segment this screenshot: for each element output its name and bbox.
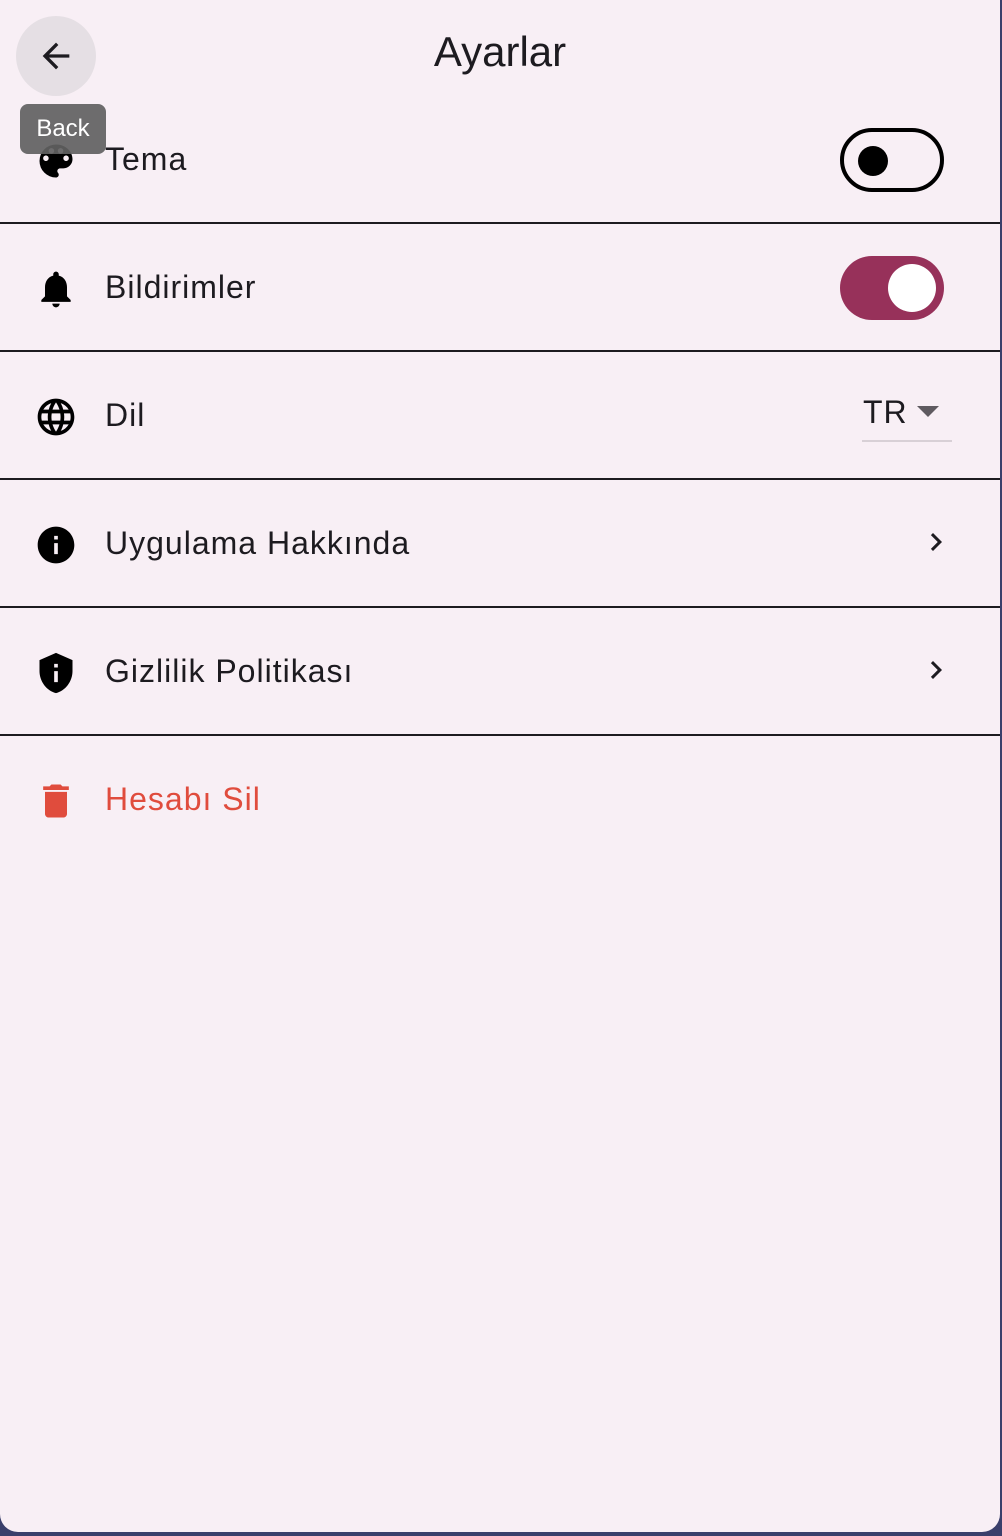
settings-item-label: Uygulama Hakkında — [105, 525, 411, 561]
info-icon — [34, 523, 78, 567]
caret-down-icon — [917, 406, 939, 417]
chevron-right-icon — [930, 661, 942, 679]
settings-item-about[interactable]: Uygulama Hakkında — [0, 480, 1000, 608]
settings-item-notifications[interactable]: Bildirimler — [0, 224, 1000, 352]
notifications-toggle[interactable] — [840, 256, 944, 320]
language-dropdown[interactable]: TR — [862, 392, 952, 442]
chevron-right-icon — [930, 533, 942, 551]
toggle-knob — [858, 146, 888, 176]
settings-item-theme[interactable]: Tema — [0, 96, 1000, 224]
settings-item-label: Bildirimler — [105, 269, 257, 305]
toggle-knob — [888, 264, 936, 312]
settings-item-delete-account[interactable]: Hesabı Sil — [0, 736, 1000, 862]
settings-screen: Ayarlar Back Tema Bildirimler Dil TR Uyg… — [0, 0, 1000, 1532]
settings-item-privacy[interactable]: Gizlilik Politikası — [0, 608, 1000, 736]
back-tooltip: Back — [20, 104, 106, 154]
settings-item-language[interactable]: Dil TR — [0, 352, 1000, 480]
theme-toggle[interactable] — [840, 128, 944, 192]
page-title: Ayarlar — [433, 28, 567, 75]
settings-item-label: Gizlilik Politikası — [105, 653, 354, 689]
language-selected-value: TR — [863, 394, 908, 430]
settings-item-label: Tema — [105, 141, 188, 177]
settings-item-label: Dil — [105, 397, 146, 433]
bell-icon — [34, 267, 78, 311]
trash-icon — [34, 779, 78, 823]
settings-list: Tema Bildirimler Dil TR Uygulama Hakkınd… — [0, 96, 1000, 862]
shield-info-icon — [34, 651, 78, 695]
settings-item-label: Hesabı Sil — [105, 781, 261, 817]
globe-icon — [34, 395, 78, 439]
